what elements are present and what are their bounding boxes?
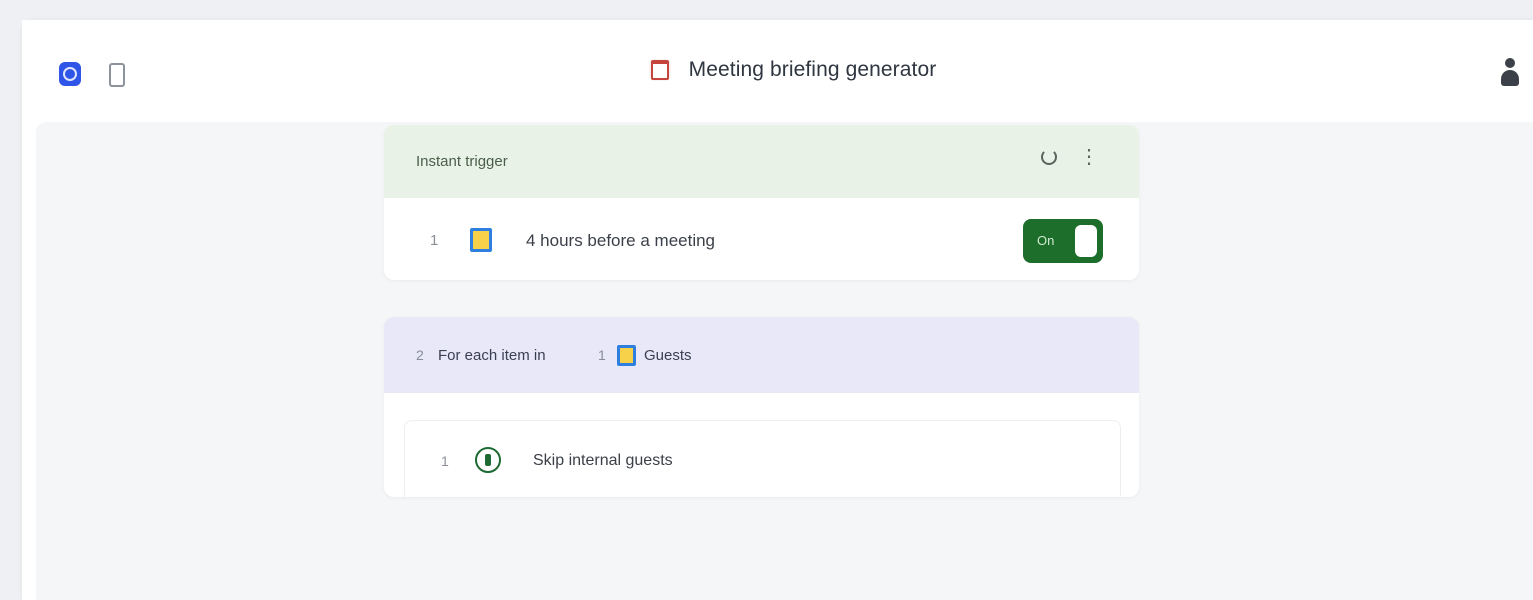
trigger-card[interactable]: Instant trigger ⋮ 1 4 hours before a mee… (384, 125, 1139, 280)
toggle-label: On (1037, 233, 1055, 248)
google-calendar-icon (617, 345, 636, 366)
loop-card[interactable]: 2 For each item in 1 Guests 1 Skip inter… (384, 317, 1139, 497)
user-icon[interactable] (1501, 56, 1519, 88)
inner-step-card[interactable]: 1 Skip internal guests (404, 420, 1121, 497)
trigger-step-row[interactable]: 1 4 hours before a meeting On (384, 198, 1139, 280)
loop-ref-label[interactable]: Guests (644, 347, 692, 364)
inner-step-number: 1 (441, 453, 449, 469)
google-calendar-icon (470, 228, 492, 252)
top-bar: Meeting briefing generator (22, 20, 1533, 122)
refresh-icon[interactable] (1041, 149, 1057, 165)
sidebar-toggle-icon[interactable] (109, 63, 125, 87)
calendar-icon (648, 59, 671, 81)
loop-ref-number: 1 (598, 347, 606, 363)
app-window: Meeting briefing generator (22, 20, 1533, 600)
loop-text: For each item in (438, 347, 546, 364)
loop-step-number: 2 (416, 347, 424, 363)
trigger-step-text: 4 hours before a meeting (526, 231, 716, 250)
more-icon[interactable]: ⋮ (1079, 147, 1099, 167)
loop-header: 2 For each item in 1 Guests (384, 317, 1139, 393)
filter-icon (475, 447, 501, 473)
trigger-label: Instant trigger (416, 153, 508, 170)
app-logo-icon[interactable] (59, 62, 81, 86)
trigger-header: Instant trigger ⋮ (384, 125, 1139, 198)
step-number: 1 (430, 232, 439, 249)
page-title: Meeting briefing generator (688, 58, 937, 81)
inner-step-text: Skip internal guests (533, 452, 673, 469)
trigger-toggle[interactable]: On (1023, 219, 1103, 263)
